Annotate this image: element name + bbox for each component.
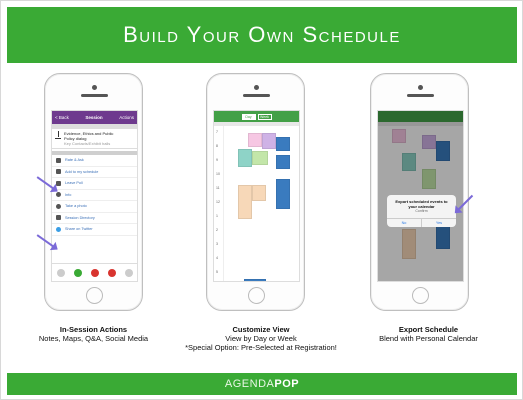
menu-item-label: Add to my schedule — [65, 169, 99, 174]
back-button[interactable]: < Back — [55, 115, 69, 120]
time-label: 5 — [216, 270, 218, 274]
time-label: 9 — [216, 158, 218, 162]
time-column: 7 8 9 10 11 12 1 2 3 4 5 — [214, 126, 224, 281]
weekday-header — [214, 122, 299, 126]
brand-part-2: POP — [274, 378, 300, 390]
menu-item-add-schedule[interactable]: Add to my schedule — [52, 167, 137, 178]
caption-text: Notes, Maps, Q&A, Social Media — [38, 334, 149, 343]
caption-export: Export Schedule Blend with Personal Cale… — [346, 325, 511, 343]
messages-tab-icon[interactable] — [107, 268, 116, 277]
menu-item-label: Leave Poll — [65, 181, 83, 186]
caption-title: In-Session Actions — [59, 325, 128, 334]
day-toggle[interactable]: Day — [241, 113, 256, 120]
calendar-event[interactable] — [238, 185, 252, 219]
menu-item-directory[interactable]: Session Directory — [52, 213, 137, 224]
phone-export-schedule: Export scheduled events to your calendar… — [370, 73, 469, 311]
menu-item-label: Session Directory — [65, 215, 95, 220]
slide: Build Your Own Schedule < Back Session A… — [0, 0, 523, 400]
speaker-icon — [243, 94, 270, 97]
phone-screen: < Back Session Actions Evidence, Ethics … — [51, 110, 138, 282]
camera-icon — [56, 203, 61, 209]
schedule-tab-icon[interactable] — [73, 268, 82, 277]
menu-item-label: Take a photo — [65, 204, 87, 209]
time-label: 2 — [216, 228, 218, 232]
caption-in-session: In-Session Actions Notes, Maps, Q&A, Soc… — [11, 325, 176, 343]
home-button[interactable] — [412, 287, 429, 304]
dialog-yes-button[interactable]: Yes — [422, 219, 456, 227]
calendar-nav-bar: Day Week — [214, 111, 299, 122]
phone-screen: Export scheduled events to your calendar… — [377, 110, 464, 282]
export-dialog: Export scheduled events to your calendar… — [387, 195, 456, 227]
time-label: 11 — [216, 186, 220, 190]
person-icon — [56, 192, 61, 198]
dialog-no-button[interactable]: No — [387, 219, 422, 227]
home-tab-icon[interactable] — [56, 268, 65, 277]
speaker-icon — [81, 94, 108, 97]
actions-button[interactable]: Actions — [119, 115, 134, 120]
nav-title: Session — [85, 115, 103, 120]
bottom-tab-bar — [52, 263, 137, 281]
twitter-icon — [56, 226, 61, 232]
week-toggle[interactable]: Week — [257, 113, 272, 120]
calendar-event[interactable] — [276, 137, 290, 151]
footer-banner: AGENDAPOP — [7, 373, 517, 395]
caption-text: View by Day or Week — [225, 334, 297, 343]
menu-item-twitter[interactable]: Share on Twitter — [52, 224, 137, 236]
time-label: 8 — [216, 144, 218, 148]
caption-note: *Special Option: Pre-Selected at Registr… — [185, 343, 337, 352]
time-label: 4 — [216, 256, 218, 260]
phone-customize-view: Day Week 7 8 9 10 11 12 1 2 3 4 5 — [206, 73, 305, 311]
time-label: 3 — [216, 242, 218, 246]
home-button[interactable] — [248, 287, 265, 304]
calendar-icon — [56, 169, 61, 175]
menu-item-label: Info — [65, 192, 72, 197]
phone-in-session: < Back Session Actions Evidence, Ethics … — [44, 73, 143, 311]
brand-logo: AGENDAPOP — [225, 378, 299, 390]
time-label: 1 — [216, 214, 218, 218]
speaker-icon — [407, 94, 434, 97]
menu-item-photo[interactable]: Take a photo — [52, 201, 137, 213]
session-info: Evidence, Ethics and Public Policy dialo… — [52, 129, 137, 149]
time-label: 7 — [216, 130, 218, 134]
home-button[interactable] — [86, 287, 103, 304]
more-tab-icon[interactable] — [124, 268, 133, 277]
time-label: 10 — [216, 172, 220, 176]
session-subtitle: Key Contacts/Exhibit halls — [64, 141, 111, 146]
session-nav-bar: < Back Session Actions — [52, 111, 137, 124]
brand-part-1: AGENDA — [224, 378, 275, 390]
menu-item-poll[interactable]: Leave Poll — [52, 178, 137, 190]
calendar-event[interactable] — [252, 151, 268, 165]
camera-icon — [254, 85, 259, 90]
camera-icon — [92, 85, 97, 90]
star-icon — [56, 157, 61, 163]
camera-icon — [418, 85, 423, 90]
menu-item-rate[interactable]: Rate & Ask — [52, 155, 137, 167]
dialog-title-line1: Export scheduled events to — [395, 199, 448, 204]
time-label: 12 — [216, 200, 220, 204]
dialog-buttons: No Yes — [387, 218, 456, 227]
phone-screen: Day Week 7 8 9 10 11 12 1 2 3 4 5 — [213, 110, 300, 282]
caption-title: Export Schedule — [398, 325, 459, 334]
caption-customize-view: Customize View View by Day or Week *Spec… — [171, 325, 351, 352]
calendar-event[interactable] — [262, 133, 276, 149]
caption-text: Blend with Personal Calendar — [379, 334, 478, 343]
caption-title: Customize View — [232, 325, 290, 334]
menu-item-info[interactable]: Info — [52, 190, 137, 201]
calendar-event[interactable] — [252, 185, 266, 201]
calendar-event[interactable] — [244, 279, 266, 281]
calendar-event[interactable] — [276, 155, 290, 169]
menu-item-label: Rate & Ask — [65, 158, 84, 163]
dialog-subtitle: Confirm — [415, 209, 428, 213]
calendar-event[interactable] — [238, 149, 252, 167]
menu-item-label: Share on Twitter — [65, 227, 93, 232]
page-title: Build Your Own Schedule — [123, 22, 401, 47]
calendar-event[interactable] — [248, 133, 262, 147]
download-icon[interactable] — [55, 131, 61, 139]
calendar-event[interactable] — [276, 179, 290, 209]
alerts-tab-icon[interactable] — [90, 268, 99, 277]
directory-icon — [56, 215, 61, 221]
header-banner: Build Your Own Schedule — [7, 7, 517, 63]
